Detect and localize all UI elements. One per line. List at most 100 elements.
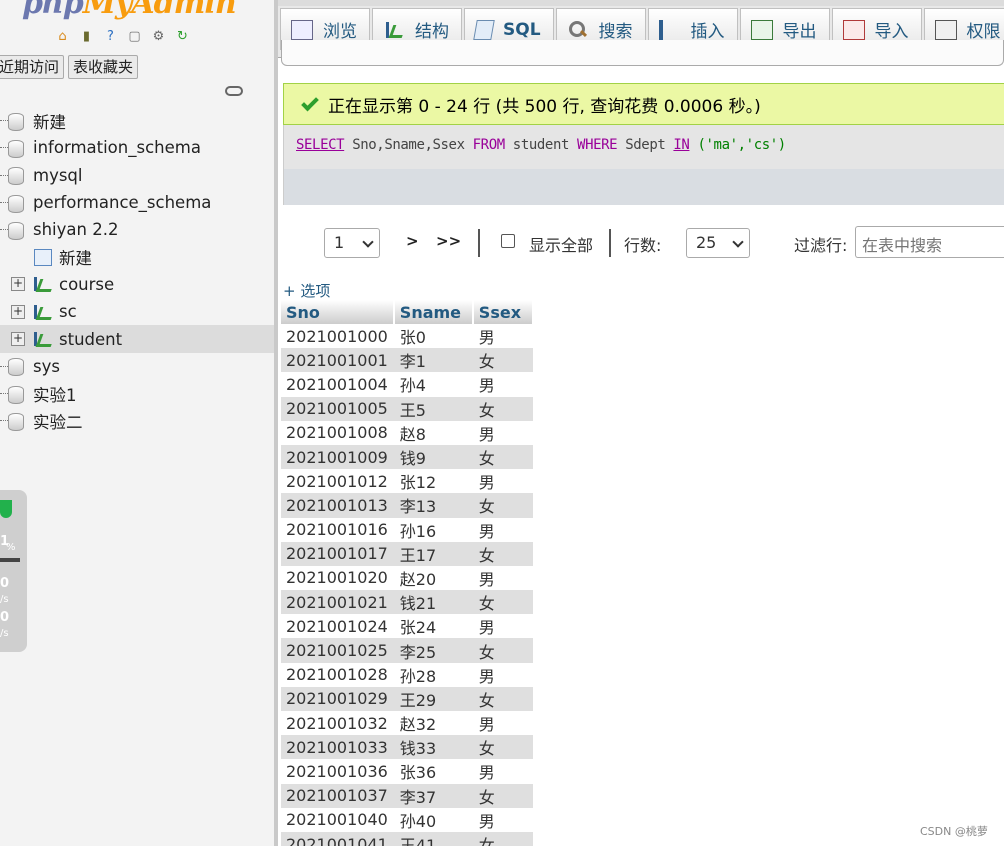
table-row[interactable]: 2021001032 赵32 男	[281, 711, 533, 736]
table-row[interactable]: 2021001028 孙28 男	[281, 662, 533, 687]
phpmyadmin-logo[interactable]: phpMyAdmin	[22, 0, 237, 21]
table-row[interactable]: 2021001012 张12 男	[281, 469, 533, 494]
cell-ssex: 男	[472, 711, 533, 736]
expand-plus-icon[interactable]: +	[11, 304, 25, 319]
documentation-icon[interactable]: ▢	[124, 26, 145, 47]
sql-actions-bar	[284, 169, 1004, 205]
table-row[interactable]: 2021001036 张36 男	[281, 759, 533, 784]
rows-per-page-select[interactable]: 25	[686, 228, 750, 258]
expand-plus-icon[interactable]: +	[11, 277, 25, 292]
column-header-ssex[interactable]: Ssex	[472, 300, 534, 324]
table-row[interactable]: 2021001020 赵20 男	[281, 565, 533, 591]
table-row[interactable]: 2021001040 孙40 男	[281, 807, 533, 832]
table-row[interactable]: 2021001013 李13 女	[281, 493, 533, 518]
cell-sno: 2021001041	[281, 831, 394, 846]
table-row[interactable]: 2021001005 王5 女	[281, 396, 533, 421]
tree-table-sc[interactable]: + sc	[0, 298, 274, 325]
recent-tab[interactable]: 近期访问	[0, 55, 65, 79]
show-all-checkbox[interactable]	[501, 234, 515, 248]
filter-rows-input[interactable]: 在表中搜索	[855, 226, 1004, 258]
expand-plus-icon[interactable]: +	[11, 332, 25, 347]
panel-resize-handle[interactable]	[274, 0, 278, 846]
breadcrumb-strip	[278, 0, 1004, 6]
cell-sno: 2021001025	[281, 638, 394, 663]
table-row[interactable]: 2021001008 赵8 男	[281, 420, 533, 445]
sql-code[interactable]: SELECT Sno,Sname,Ssex FROM student WHERE…	[296, 137, 786, 153]
nav-tabs: 近期访问 表收藏夹	[0, 55, 139, 79]
cell-ssex: 男	[472, 662, 533, 687]
cell-sno: 2021001001	[281, 348, 394, 373]
tree-new-table[interactable]: 新建	[0, 243, 274, 270]
cell-sname: 李25	[393, 638, 473, 663]
database-icon	[6, 138, 24, 158]
tree-db-shiyan2[interactable]: 实验二	[0, 407, 274, 434]
cell-sno: 2021001033	[281, 735, 394, 760]
table-row[interactable]: 2021001041 王41 女	[281, 831, 533, 846]
options-link[interactable]: + 选项	[283, 280, 330, 301]
table-row[interactable]: 2021001001 李1 女	[281, 348, 533, 373]
tree-table-student[interactable]: + student	[0, 325, 274, 353]
cell-sno: 2021001005	[281, 396, 394, 421]
table-icon	[32, 275, 52, 293]
home-icon[interactable]: ⌂	[52, 26, 73, 47]
table-icon	[32, 303, 52, 321]
cell-ssex: 男	[472, 759, 533, 784]
cell-sname: 钱21	[393, 590, 473, 615]
next-page-button[interactable]: >	[406, 232, 419, 250]
cell-ssex: 女	[472, 348, 533, 373]
cell-sname: 王29	[393, 686, 473, 711]
settings-gear-icon[interactable]: ⚙	[148, 26, 169, 47]
cell-sno: 2021001000	[281, 324, 394, 349]
tree-db-information-schema[interactable]: information_schema	[0, 134, 274, 161]
table-row[interactable]: 2021001024 张24 男	[281, 614, 533, 639]
import-icon	[842, 19, 865, 40]
column-header-sname[interactable]: Sname	[393, 300, 474, 324]
tree-db-sys[interactable]: sys	[0, 353, 274, 380]
cell-ssex: 男	[472, 565, 533, 591]
tree-db-shiyan[interactable]: shiyan 2.2	[0, 216, 274, 243]
cell-sno: 2021001021	[281, 590, 394, 615]
export-icon	[750, 19, 773, 40]
table-row[interactable]: 2021001000 张0 男	[281, 324, 533, 349]
watermark: CSDN @桃萝	[920, 825, 988, 838]
cell-sno: 2021001004	[281, 372, 394, 397]
table-row[interactable]: 2021001009 钱9 女	[281, 444, 533, 470]
table-row[interactable]: 2021001021 钱21 女	[281, 590, 533, 615]
page-select[interactable]: 1	[324, 228, 380, 258]
cell-sno: 2021001040	[281, 807, 394, 832]
cell-sno: 2021001029	[281, 686, 394, 711]
table-row[interactable]: 2021001033 钱33 女	[281, 735, 533, 760]
cell-sno: 2021001009	[281, 444, 394, 470]
cell-sno: 2021001013	[281, 493, 394, 518]
table-row[interactable]: 2021001037 李37 女	[281, 783, 533, 808]
link-with-main-icon[interactable]	[225, 86, 243, 96]
privileges-icon	[934, 19, 957, 40]
table-row[interactable]: 2021001016 孙16 男	[281, 517, 533, 542]
logout-icon[interactable]: ▮	[76, 26, 97, 47]
column-header-sno[interactable]: Sno	[281, 300, 395, 324]
chevron-down-icon	[732, 236, 744, 248]
tree-db-shiyan1[interactable]: 实验1	[0, 380, 274, 407]
table-row[interactable]: 2021001029 王29 女	[281, 686, 533, 711]
table-row[interactable]: 2021001004 孙4 男	[281, 372, 533, 397]
table-row[interactable]: 2021001017 王17 女	[281, 541, 533, 566]
tree-db-performance-schema[interactable]: performance_schema	[0, 189, 274, 216]
last-page-button[interactable]: >>	[436, 232, 461, 250]
table-row[interactable]: 2021001025 李25 女	[281, 638, 533, 663]
network-speed-widget[interactable]: 1 % 0 /s 0 /s	[0, 490, 27, 652]
tree-table-course[interactable]: + course	[0, 271, 274, 298]
tree-new-database[interactable]: 新建	[0, 107, 274, 134]
cell-sno: 2021001017	[281, 541, 394, 566]
insert-icon	[658, 19, 681, 40]
sql-query-box: SELECT Sno,Sname,Ssex FROM student WHERE…	[283, 125, 1004, 205]
cell-sname: 孙16	[393, 517, 473, 542]
favorites-tab[interactable]: 表收藏夹	[68, 55, 139, 79]
database-icon	[6, 384, 24, 404]
phpmyadmin-window: phpMyAdmin ⌂ ▮ ? ▢ ⚙ ↻ 近期访问 表收藏夹 新建 info…	[0, 0, 1004, 846]
new-table-icon	[34, 248, 52, 266]
help-icon[interactable]: ?	[100, 26, 121, 47]
structure-icon	[383, 20, 405, 40]
reload-icon[interactable]: ↻	[172, 26, 193, 47]
show-all-label[interactable]: 显示全部	[529, 232, 593, 256]
tree-db-mysql[interactable]: mysql	[0, 162, 274, 189]
